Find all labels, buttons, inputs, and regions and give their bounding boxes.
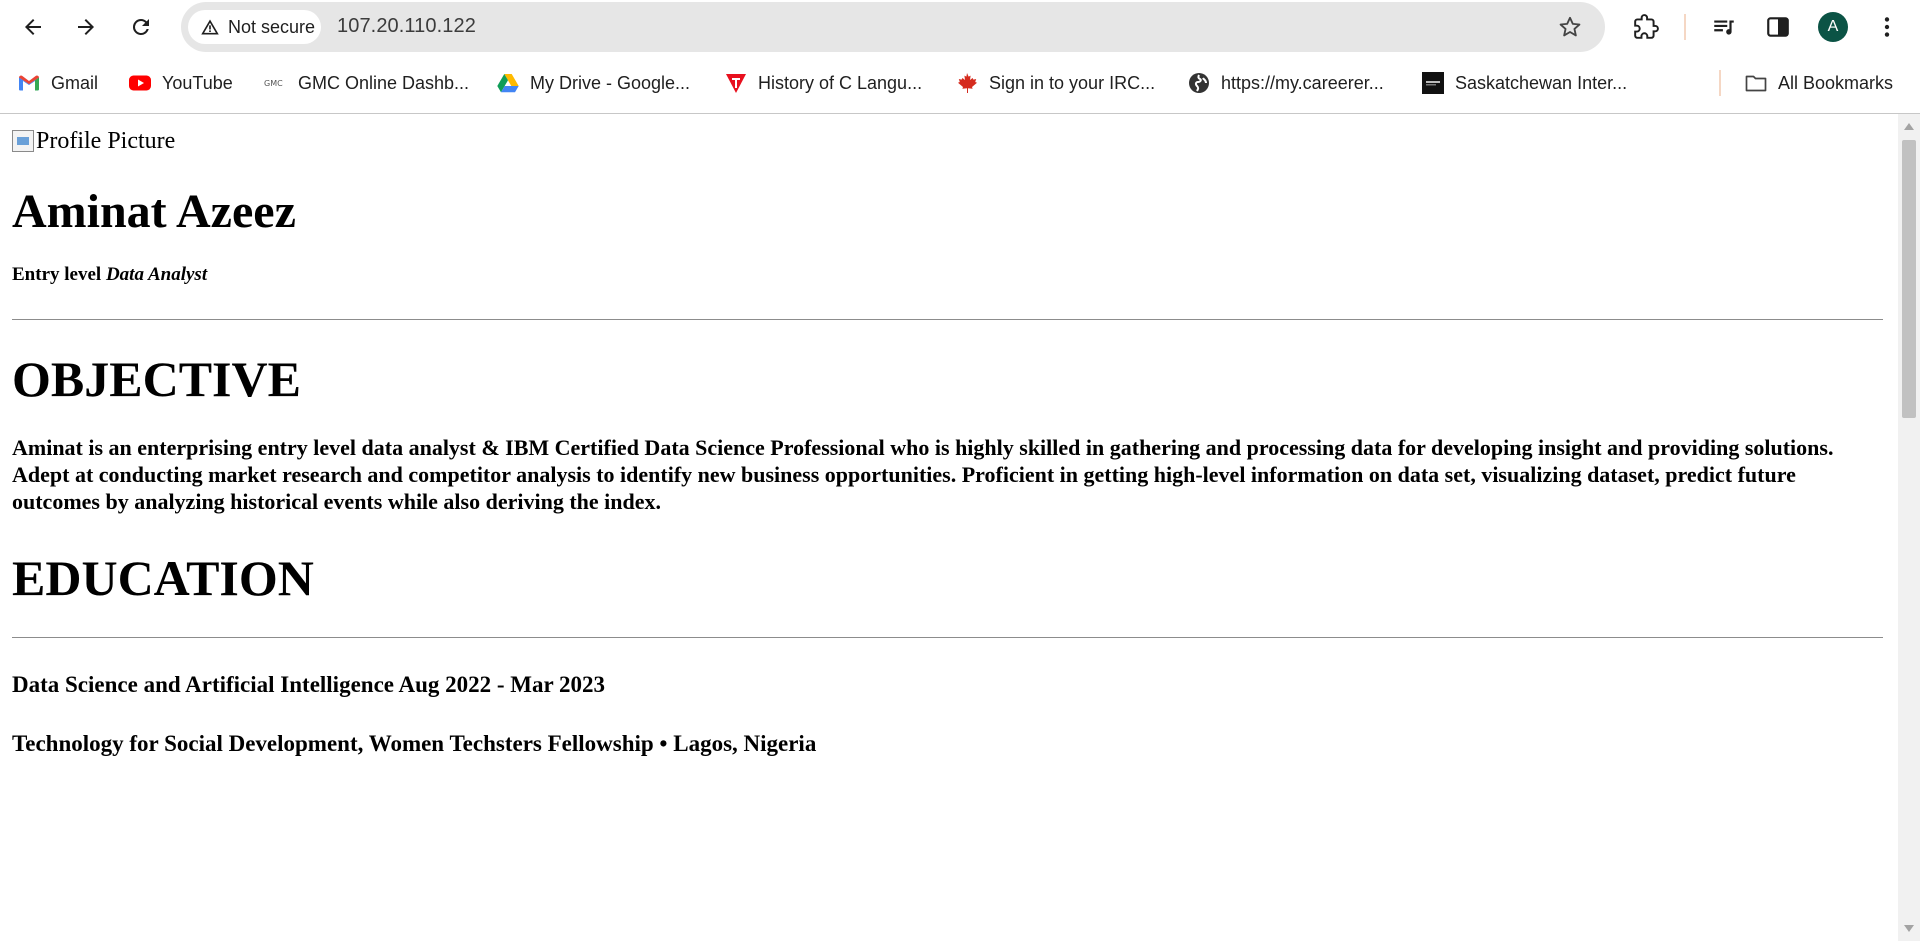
all-bookmarks-button[interactable]: All Bookmarks <box>1744 69 1893 97</box>
security-label: Not secure <box>228 16 316 37</box>
all-bookmarks-label: All Bookmarks <box>1778 72 1894 93</box>
bookmark-label: Sign in to your IRC... <box>989 72 1156 93</box>
section-divider <box>12 637 1883 638</box>
bookmark-saskatchewan[interactable]: Saskatchewan Inter... <box>1421 69 1627 97</box>
bookmark-youtube[interactable]: YouTube <box>128 69 233 97</box>
security-indicator[interactable]: Not secure <box>188 10 321 44</box>
education-heading: EDUCATION <box>12 550 314 606</box>
site-icon <box>1421 71 1445 95</box>
profile-picture: Profile Picture <box>12 128 1886 154</box>
scroll-down-arrow-icon[interactable] <box>1904 925 1914 932</box>
resume-content: Profile Picture Aminat Azeez Entry level… <box>0 114 1898 769</box>
arrow-left-icon <box>25 19 41 35</box>
profile-avatar[interactable]: A <box>1818 12 1848 42</box>
playlist-music-icon <box>1714 20 1734 35</box>
scrollbar-thumb[interactable] <box>1902 140 1916 418</box>
job-title-role: Data Analyst <box>105 264 208 285</box>
bookmark-label: GMC Online Dashb... <box>298 72 470 93</box>
bookmark-google-drive[interactable]: My Drive - Google... <box>496 69 690 97</box>
maple-leaf-icon <box>955 71 979 95</box>
education-program: Data Science and Artificial Intelligence… <box>12 672 606 697</box>
bookmark-star-icon[interactable] <box>1557 14 1583 40</box>
bookmark-irc[interactable]: Sign in to your IRC... <box>955 69 1155 97</box>
google-drive-icon <box>496 71 520 95</box>
tutorial-icon <box>724 71 748 95</box>
side-panel-icon <box>1767 17 1789 37</box>
gmail-icon <box>17 71 41 95</box>
youtube-icon <box>128 71 152 95</box>
warning-triangle-icon <box>201 19 219 35</box>
puzzle-icon <box>1634 14 1659 39</box>
side-panel-button[interactable] <box>1761 10 1795 44</box>
media-controls-button[interactable] <box>1707 10 1741 44</box>
bookmark-history-c[interactable]: History of C Langu... <box>724 69 922 97</box>
globe-icon <box>1187 71 1211 95</box>
candidate-name: Aminat Azeez <box>12 185 296 238</box>
bookmark-gmail[interactable]: Gmail <box>17 69 98 97</box>
broken-image-icon <box>12 130 34 152</box>
bookmark-label: My Drive - Google... <box>530 72 691 93</box>
objective-heading: OBJECTIVE <box>12 351 301 407</box>
bookmark-gmc[interactable]: GMC GMC Online Dashb... <box>264 69 469 97</box>
bookmark-label: YouTube <box>162 72 233 93</box>
reload-button[interactable] <box>121 7 161 47</box>
bookmark-label: https://my.careerer... <box>1221 72 1384 93</box>
reload-icon <box>132 18 149 35</box>
section-divider <box>12 319 1883 320</box>
job-title-prefix: Entry level <box>12 264 102 285</box>
education-institution: Technology for Social Development, Women… <box>12 731 817 756</box>
svg-text:GMC: GMC <box>264 79 283 88</box>
url-text[interactable]: 107.20.110.122 <box>337 15 476 38</box>
scroll-up-arrow-icon[interactable] <box>1904 123 1914 130</box>
forward-button[interactable] <box>66 7 106 47</box>
bookmarks-divider <box>1719 70 1721 96</box>
page-viewport: Profile Picture Aminat Azeez Entry level… <box>0 114 1898 941</box>
bookmark-label: Gmail <box>51 72 99 93</box>
address-bar[interactable]: Not secure 107.20.110.122 <box>181 2 1605 52</box>
more-vertical-icon <box>1884 17 1890 37</box>
toolbar-divider <box>1684 14 1686 40</box>
job-title: Entry level Data Analyst <box>12 264 1886 286</box>
menu-button[interactable] <box>1870 10 1904 44</box>
bookmark-careerer[interactable]: https://my.careerer... <box>1187 69 1384 97</box>
bookmark-label: Saskatchewan Inter... <box>1455 72 1628 93</box>
gmc-icon: GMC <box>264 71 288 95</box>
arrow-right-icon <box>78 19 94 35</box>
profile-picture-alt-text: Profile Picture <box>36 127 176 154</box>
bookmark-label: History of C Langu... <box>758 72 923 93</box>
bookmarks-bar: Gmail YouTube GMC GMC Online Dashb... My… <box>0 54 1920 114</box>
extensions-button[interactable] <box>1629 10 1663 44</box>
vertical-scrollbar[interactable] <box>1898 114 1920 941</box>
folder-icon <box>1744 71 1768 95</box>
objective-text: Aminat is an enterprising entry level da… <box>12 435 1834 514</box>
browser-toolbar: Not secure 107.20.110.122 A <box>0 0 1920 54</box>
back-button[interactable] <box>13 7 53 47</box>
